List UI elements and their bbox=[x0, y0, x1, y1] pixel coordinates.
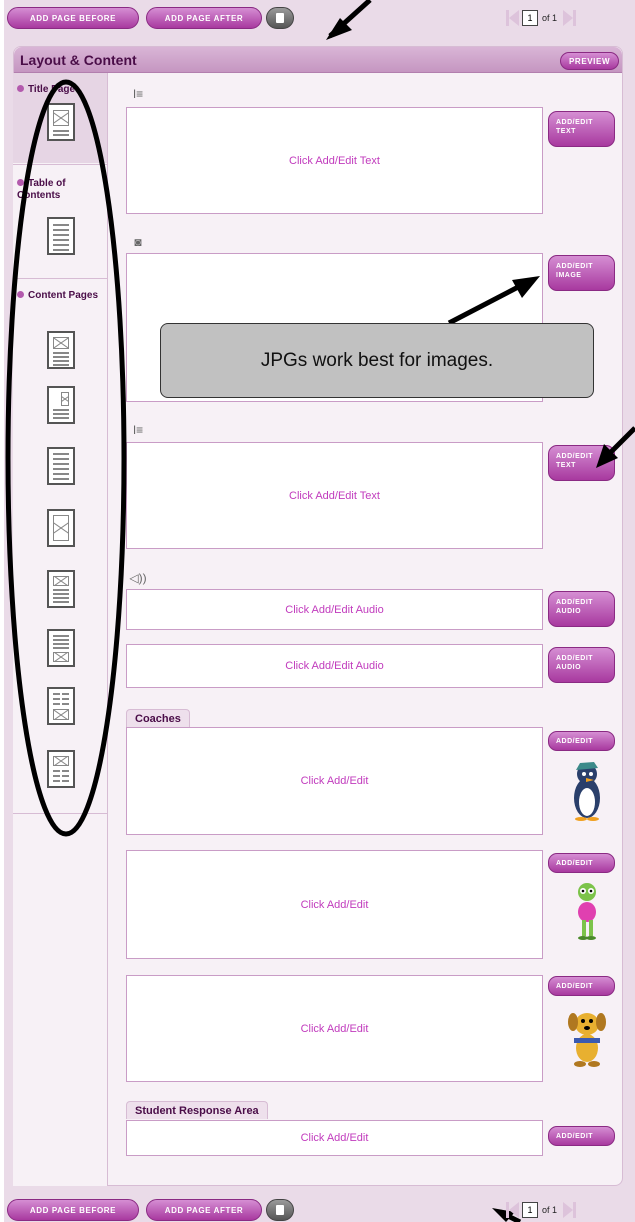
add-edit-text-button-1[interactable]: Add/Edit Text bbox=[548, 111, 615, 147]
thumb-toc[interactable] bbox=[47, 217, 75, 255]
next-page-icon[interactable] bbox=[563, 1202, 574, 1218]
next-page-icon[interactable] bbox=[563, 10, 574, 26]
page-number-input[interactable]: 1 bbox=[522, 10, 538, 26]
panel-header: Layout & Content Preview bbox=[14, 47, 622, 73]
add-edit-image-button[interactable]: Add/Edit Image bbox=[548, 255, 615, 291]
add-page-after-button[interactable]: Add Page After bbox=[146, 7, 262, 29]
student-response-label: Student Response Area bbox=[126, 1101, 268, 1119]
coaches-label: Coaches bbox=[126, 709, 190, 727]
text-icon: I≡ bbox=[132, 87, 144, 101]
add-page-before-button[interactable]: Add Page Before bbox=[7, 7, 139, 29]
add-edit-audio-button-2[interactable]: Add/Edit Audio bbox=[548, 647, 615, 683]
thumb-layout-7[interactable] bbox=[47, 687, 75, 725]
alien-coach-icon bbox=[578, 883, 596, 940]
coach-add-edit-button-3[interactable]: Add/Edit bbox=[548, 976, 615, 996]
camera-icon: ◙ bbox=[134, 235, 142, 249]
editor-root: Add Page Before Add Page After 1 of 1 La… bbox=[0, 0, 635, 1222]
thumb-layout-8[interactable] bbox=[47, 750, 75, 788]
dog-coach-icon bbox=[568, 1013, 606, 1067]
bottom-toolbar: Add Page Before Add Page After 1 of 1 bbox=[0, 1192, 635, 1222]
audio-box-2[interactable]: Click Add/Edit Audio bbox=[126, 644, 543, 688]
text-icon: I≡ bbox=[132, 423, 144, 437]
last-page-icon[interactable] bbox=[573, 1202, 577, 1218]
thumb-layout-5[interactable] bbox=[47, 570, 75, 608]
penguin-coach-icon bbox=[574, 762, 600, 821]
prev-page-icon[interactable] bbox=[509, 1202, 519, 1218]
add-page-before-button-bottom[interactable]: Add Page Before bbox=[7, 1199, 139, 1221]
add-edit-audio-button-1[interactable]: Add/Edit Audio bbox=[548, 591, 615, 627]
thumb-layout-2[interactable] bbox=[47, 386, 75, 424]
pager: 1 of 1 bbox=[506, 8, 577, 28]
thumb-layout-1[interactable] bbox=[47, 331, 75, 369]
coach-add-edit-button-2[interactable]: Add/Edit bbox=[548, 853, 615, 873]
jpg-tip-callout: JPGs work best for images. bbox=[160, 323, 594, 398]
bullet-icon bbox=[17, 179, 24, 186]
panel-title: Layout & Content bbox=[20, 52, 137, 68]
coach-box-3[interactable]: Click Add/Edit bbox=[126, 975, 543, 1082]
student-add-edit-button[interactable]: Add/Edit bbox=[548, 1126, 615, 1146]
text-box-1[interactable]: Click Add/Edit Text bbox=[126, 107, 543, 214]
trash-icon bbox=[276, 1205, 284, 1215]
speaker-icon: ◁)) bbox=[129, 571, 147, 585]
bullet-icon bbox=[17, 85, 24, 92]
page-number-input-bottom[interactable]: 1 bbox=[522, 1202, 538, 1218]
layout-sidebar: Title Page Table of Contents Content Pag… bbox=[13, 73, 108, 1186]
delete-page-button[interactable] bbox=[266, 7, 294, 29]
trash-icon bbox=[276, 13, 284, 23]
page-count-bottom: of 1 bbox=[542, 1205, 558, 1215]
prev-page-icon[interactable] bbox=[509, 10, 519, 26]
student-response-box[interactable]: Click Add/Edit bbox=[126, 1120, 543, 1156]
add-edit-text-button-2[interactable]: Add/Edit Text bbox=[548, 445, 615, 481]
sidebar-item-toc[interactable]: Table of Contents bbox=[17, 178, 105, 202]
sidebar-item-content-pages[interactable]: Content Pages bbox=[17, 290, 105, 302]
text-box-2[interactable]: Click Add/Edit Text bbox=[126, 442, 543, 549]
audio-box-1[interactable]: Click Add/Edit Audio bbox=[126, 589, 543, 630]
thumb-title-page[interactable] bbox=[47, 103, 75, 141]
pager-bottom: 1 of 1 bbox=[506, 1200, 577, 1220]
add-page-after-button-bottom[interactable]: Add Page After bbox=[146, 1199, 262, 1221]
coach-box-1[interactable]: Click Add/Edit bbox=[126, 727, 543, 835]
preview-button[interactable]: Preview bbox=[560, 52, 620, 70]
sidebar-item-title-page[interactable]: Title Page bbox=[17, 84, 75, 96]
bullet-icon bbox=[17, 291, 24, 298]
page-count: of 1 bbox=[542, 13, 558, 23]
thumb-layout-3[interactable] bbox=[47, 447, 75, 485]
thumb-layout-6[interactable] bbox=[47, 629, 75, 667]
thumb-layout-4[interactable] bbox=[47, 509, 75, 547]
delete-page-button-bottom[interactable] bbox=[266, 1199, 294, 1221]
coach-add-edit-button-1[interactable]: Add/Edit bbox=[548, 731, 615, 751]
top-toolbar: Add Page Before Add Page After 1 of 1 bbox=[0, 0, 635, 36]
last-page-icon[interactable] bbox=[573, 10, 577, 26]
coach-box-2[interactable]: Click Add/Edit bbox=[126, 850, 543, 959]
